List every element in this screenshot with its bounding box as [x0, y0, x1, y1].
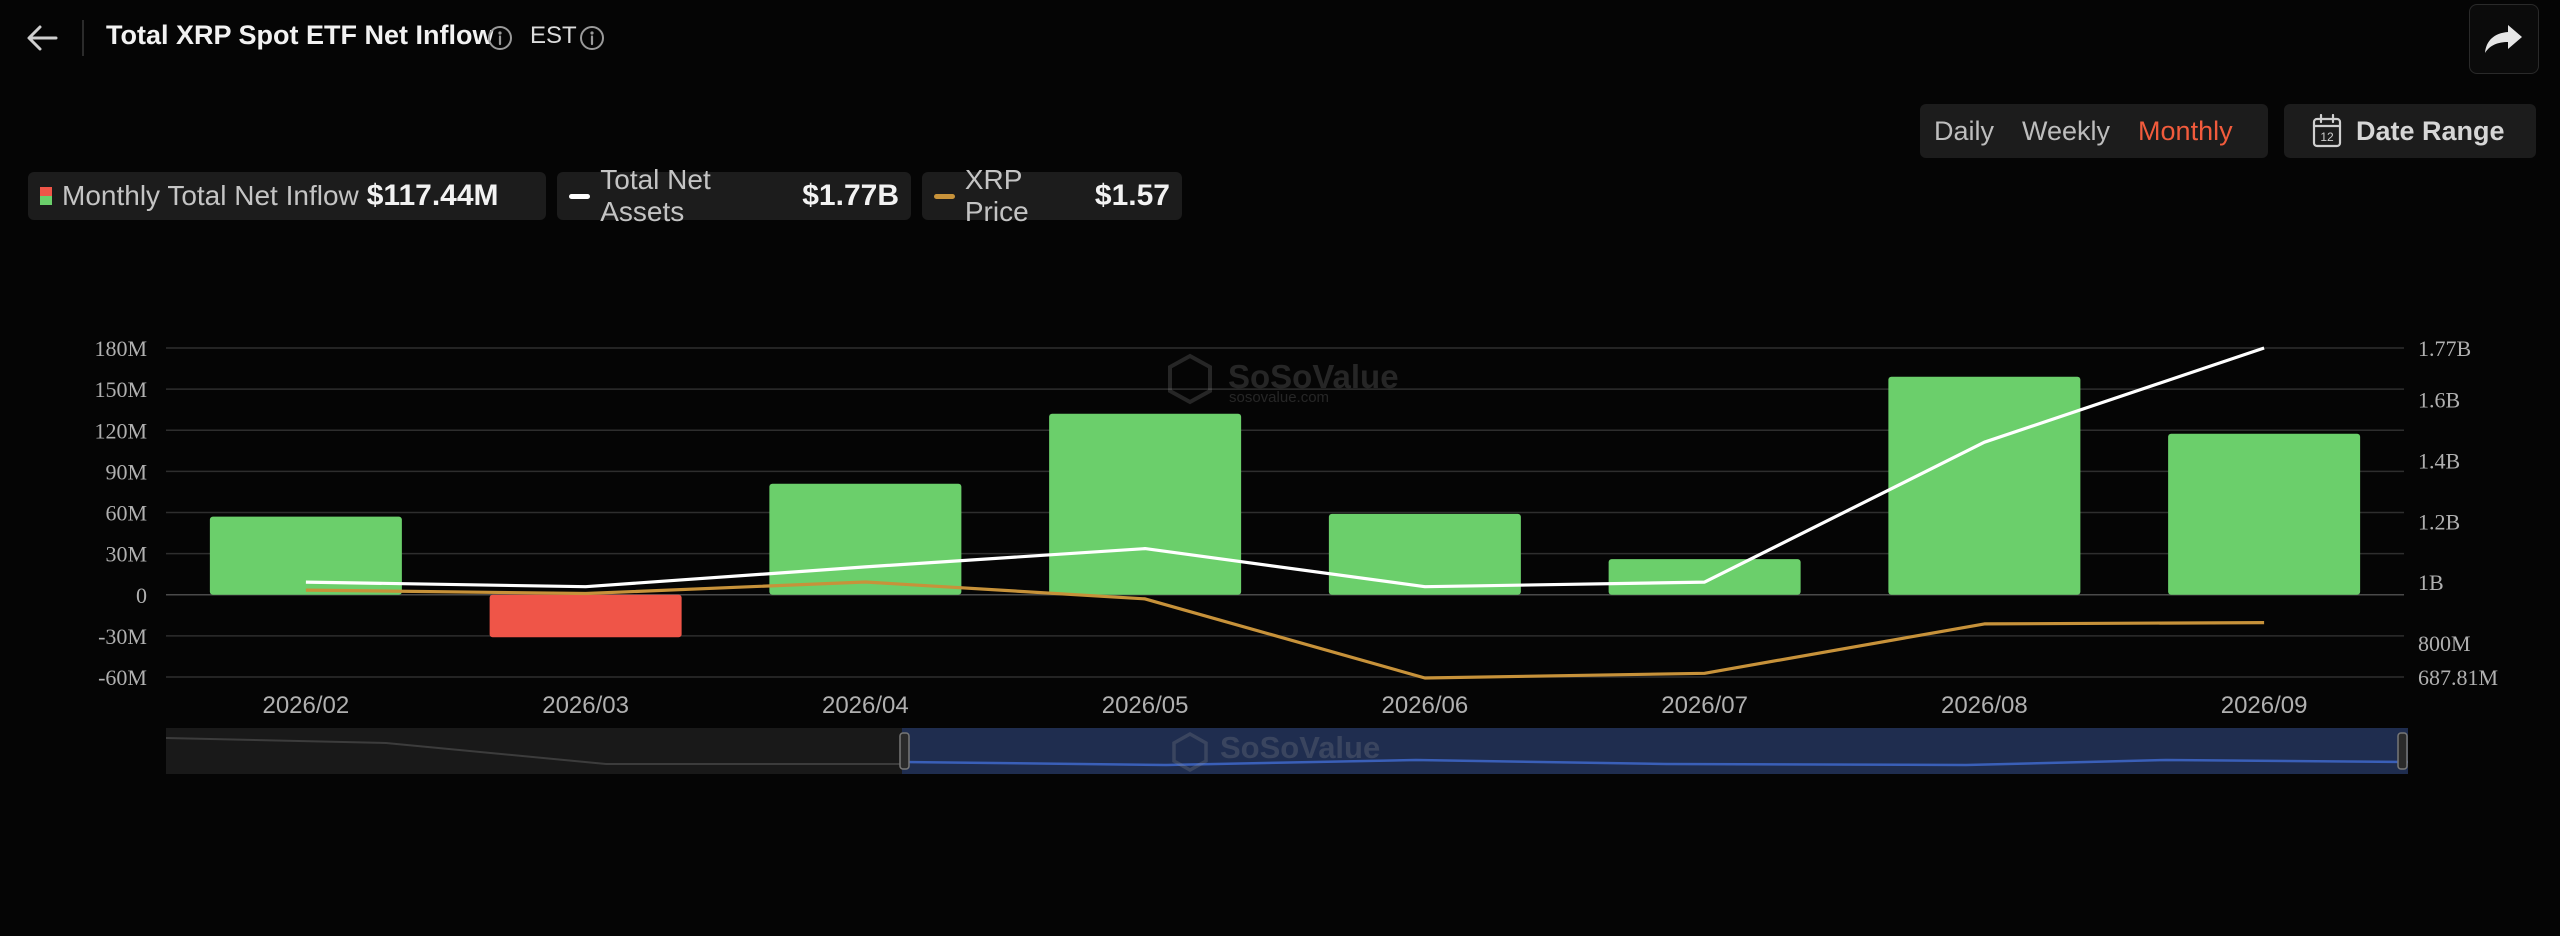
y-left-tick-label: 150M	[94, 377, 147, 402]
y-right-tick-label: 1.6B	[2418, 388, 2460, 413]
chart-watermark: SoSoValue sosovalue.com	[1168, 353, 1399, 406]
right-axis: 1.77B 1.6B 1.4B 1.2B 1B 800M 687.81M	[2418, 336, 2498, 690]
y-right-tick-label: 1.77B	[2418, 336, 2471, 361]
inflow-bar	[1328, 513, 1521, 595]
x-axis: 2026/02 2026/03 2026/04 2026/05 2026/06 2026/…	[262, 692, 2307, 719]
inflow-bar	[1888, 376, 2081, 595]
y-left-tick-label: 30M	[105, 542, 147, 567]
chart-area: SoSoValue sosovalue.com 180M 150M 120M 90M 6…	[94, 336, 2498, 719]
y-left-tick-label: 60M	[105, 501, 147, 526]
x-tick-label: 2026/03	[542, 692, 629, 719]
zoom-slider[interactable]: SoSoValue	[166, 728, 2408, 774]
y-left-tick-label: -60M	[98, 665, 147, 690]
inflow-bar	[1049, 413, 1242, 595]
y-right-tick-label: 1.4B	[2418, 448, 2460, 473]
x-tick-label: 2026/02	[262, 692, 349, 719]
y-right-tick-label: 687.81M	[2418, 665, 2498, 690]
x-tick-label: 2026/07	[1661, 692, 1748, 719]
inflow-bar	[1608, 559, 1801, 595]
y-left-tick-label: 90M	[105, 459, 147, 484]
x-tick-label: 2026/05	[1102, 692, 1189, 719]
left-axis: 180M 150M 120M 90M 60M 30M 0 -30M -60M	[94, 336, 147, 690]
zoom-watermark-brand: SoSoValue	[1220, 730, 1380, 765]
zoom-handle-left[interactable]	[899, 732, 910, 770]
inflow-bar	[489, 594, 682, 638]
zoom-selection[interactable]	[902, 728, 2408, 774]
x-tick-label: 2026/09	[2221, 692, 2308, 719]
inflow-bar	[2168, 433, 2361, 595]
y-right-tick-label: 800M	[2418, 631, 2471, 656]
y-right-tick-label: 1B	[2418, 570, 2444, 595]
y-left-tick-label: 120M	[94, 418, 147, 443]
x-tick-label: 2026/08	[1941, 692, 2028, 719]
y-left-tick-label: 180M	[94, 336, 147, 361]
inflow-bar	[769, 483, 962, 595]
y-left-tick-label: 0	[136, 583, 147, 608]
y-right-tick-label: 1.2B	[2418, 509, 2460, 534]
x-tick-label: 2026/04	[822, 692, 909, 719]
inflow-bars	[209, 376, 2361, 638]
watermark-url: sosovalue.com	[1229, 389, 1329, 406]
x-tick-label: 2026/06	[1381, 692, 1468, 719]
zoom-handle-right[interactable]	[2397, 732, 2408, 770]
y-left-tick-label: -30M	[98, 624, 147, 649]
